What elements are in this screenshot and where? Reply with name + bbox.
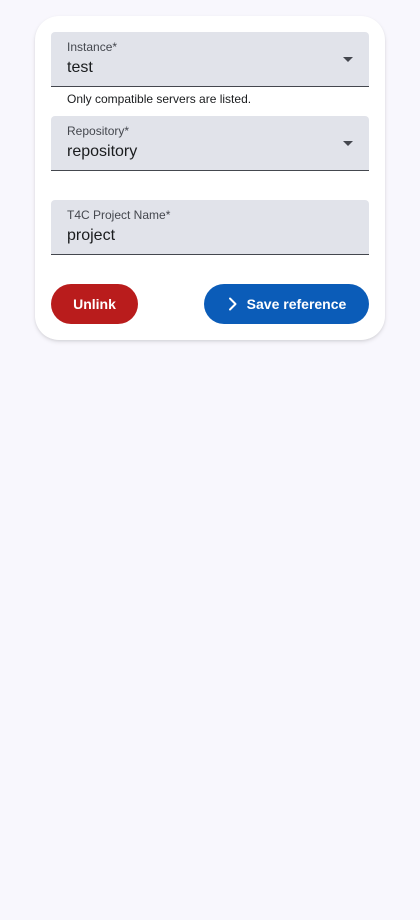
repository-select[interactable]: Repository* repository (51, 116, 369, 171)
repository-value: repository (67, 143, 138, 160)
instance-select[interactable]: Instance* test (51, 32, 369, 87)
project-name-field[interactable]: T4C Project Name* project (51, 200, 369, 255)
instance-label: Instance* (67, 40, 118, 54)
project-name-input[interactable]: project (67, 227, 115, 245)
instance-value: test (67, 59, 93, 76)
unlink-button-label: Unlink (73, 296, 116, 312)
dropdown-arrow-icon (343, 57, 353, 62)
instance-hint: Only compatible servers are listed. (67, 92, 252, 106)
dropdown-arrow-icon (343, 141, 353, 146)
t4c-reference-card: Instance* test Only compatible servers a… (35, 16, 385, 340)
chevron-right-icon (228, 297, 237, 311)
save-reference-button[interactable]: Save reference (204, 284, 369, 324)
repository-label: Repository* (67, 124, 130, 138)
save-reference-button-label: Save reference (246, 296, 347, 312)
project-name-label: T4C Project Name* (67, 208, 171, 222)
unlink-button[interactable]: Unlink (51, 284, 138, 324)
